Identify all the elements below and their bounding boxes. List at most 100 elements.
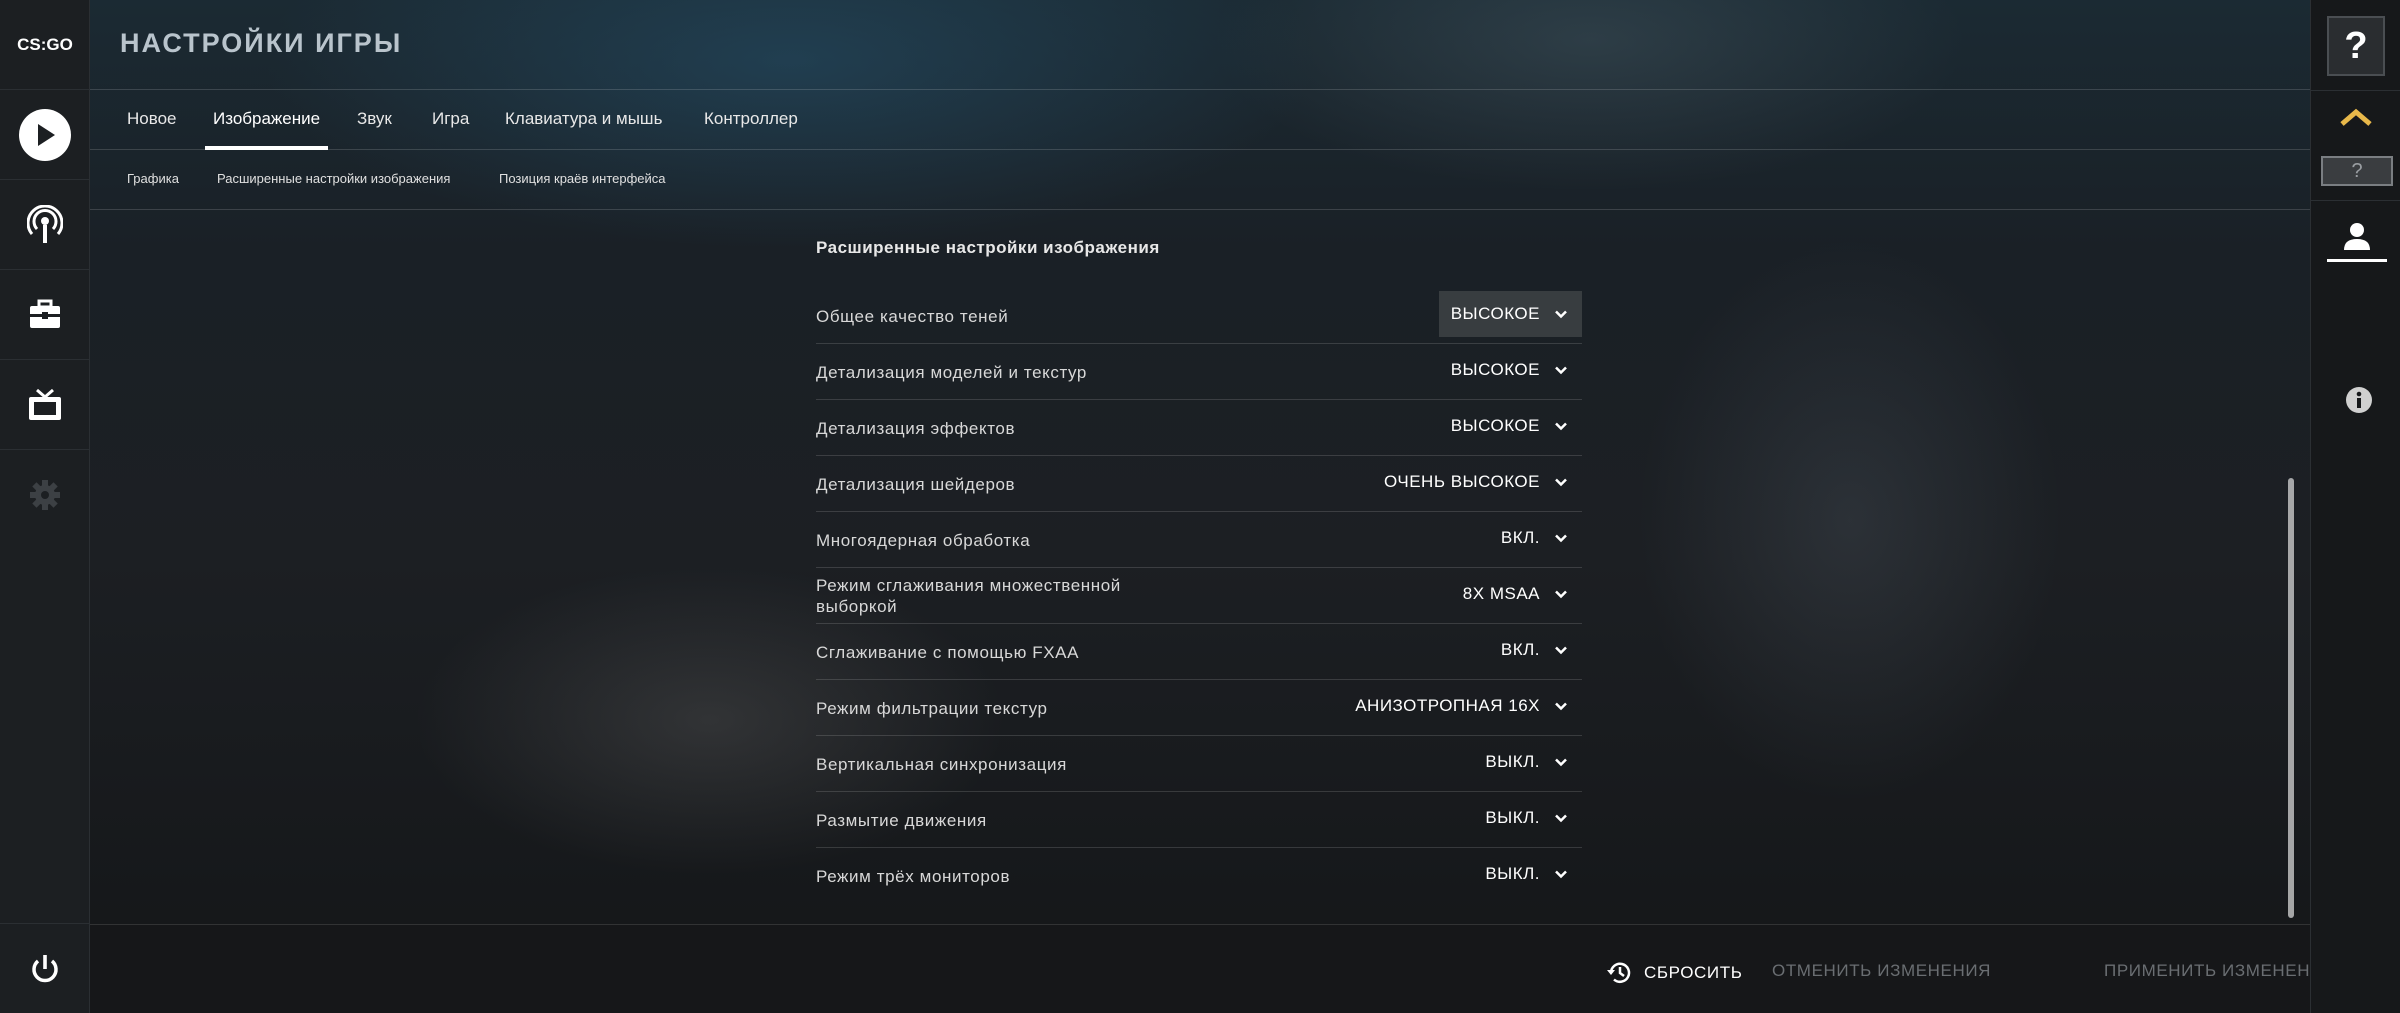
setting-label: Общее качество теней [816,306,1009,326]
tv-icon [29,388,61,420]
setting-label: Размытие движения [816,810,987,830]
motion-blur-select[interactable]: ВЫКЛ. [1473,795,1582,841]
reset-label: СБРОСИТЬ [1644,963,1743,982]
setting-value: ВЫКЛ. [1485,808,1540,827]
sub-tabs: Графика Расширенные настройки изображени… [90,150,2310,210]
triple-monitor-select[interactable]: ВЫКЛ. [1473,851,1582,897]
setting-row: Общее качество теней ВЫСОКОЕ [816,288,1582,344]
setting-label: Вертикальная синхронизация [816,754,1067,774]
divider [2311,200,2400,201]
effect-detail-select[interactable]: ВЫСОКОЕ [1439,403,1582,449]
setting-label: Детализация эффектов [816,418,1016,438]
setting-value: ВЫСОКОЕ [1450,416,1540,435]
setting-label: Режим фильтрации текстур [816,698,1048,718]
right-sidebar: ? ? [2310,0,2400,1013]
bottom-action-bar: СБРОСИТЬ ОТМЕНИТЬ ИЗМЕНЕНИЯ ПРИМЕНИТЬ ИЗ… [90,924,2335,1013]
chevron-down-icon [1555,366,1567,375]
left-sidebar: CS:GO [0,0,90,1013]
setting-value: ВЫСОКОЕ [1450,360,1540,379]
tab-new[interactable]: Новое [127,90,176,150]
chevron-down-icon [1555,870,1567,879]
setting-row: Детализация эффектов ВЫСОКОЕ [816,400,1582,456]
scrollbar[interactable] [2288,478,2294,918]
cancel-changes-button[interactable]: ОТМЕНИТЬ ИЗМЕНЕНИЯ [1772,961,1991,981]
info-icon[interactable] [2345,386,2373,414]
main-tabs: Новое Изображение Звук Игра Клавиатура и… [90,90,2310,150]
setting-row: Режим трёх мониторов ВЫКЛ. [816,848,1582,904]
setting-value: ОЧЕНЬ ВЫСОКОЕ [1384,472,1540,491]
chevron-down-icon [1555,646,1567,655]
setting-label: Режим сглаживания множественной выборкой [816,576,1121,616]
model-texture-detail-select[interactable]: ВЫСОКОЕ [1439,347,1582,393]
setting-label: Многоядерная обработка [816,530,1031,550]
chevron-down-icon [1555,590,1567,599]
setting-value: ВЫКЛ. [1485,752,1540,771]
section-heading: Расширенные настройки изображения [816,238,1160,257]
help-button[interactable]: ? [2327,16,2385,76]
play-button[interactable] [0,90,90,180]
setting-label: Сглаживание с помощью FXAA [816,642,1080,662]
tab-game[interactable]: Игра [432,90,469,150]
user-icon [2344,222,2370,250]
msaa-mode-select[interactable]: 8X MSAA [1451,571,1582,617]
setting-row: Вертикальная синхронизация ВЫКЛ. [816,736,1582,792]
subtab-advanced-video[interactable]: Расширенные настройки изображения [217,150,450,210]
fxaa-select[interactable]: ВКЛ. [1489,627,1582,673]
inventory-button[interactable] [0,270,90,360]
rank-chevron-icon [2340,108,2372,126]
tab-controller[interactable]: Контроллер [704,90,798,150]
chevron-down-icon [1555,758,1567,767]
csgo-logo[interactable]: CS:GO [0,0,90,90]
setting-value: ВКЛ. [1500,640,1540,659]
chevron-down-icon [1555,478,1567,487]
tab-keyboard-mouse[interactable]: Клавиатура и мышь [505,90,662,150]
apply-changes-button[interactable]: ПРИМЕНИТЬ ИЗМЕНЕНИЯ [2104,961,2336,981]
setting-row: Детализация шейдеров ОЧЕНЬ ВЫСОКОЕ [816,456,1582,512]
power-button[interactable] [0,923,90,1013]
setting-row: Сглаживание с помощью FXAA ВКЛ. [816,624,1582,680]
settings-list: Общее качество теней ВЫСОКОЕ Детализация… [816,288,1582,904]
texture-filtering-select[interactable]: АНИЗОТРОПНАЯ 16X [1343,683,1582,729]
chevron-down-icon [1555,422,1567,431]
setting-label: Детализация моделей и текстур [816,362,1087,382]
setting-value: 8X MSAA [1462,584,1540,603]
multicore-rendering-select[interactable]: ВКЛ. [1489,515,1582,561]
chevron-down-icon [1555,702,1567,711]
inventory-icon [30,299,60,328]
setting-row: Детализация моделей и текстур ВЫСОКОЕ [816,344,1582,400]
tv-button[interactable] [0,360,90,450]
setting-label: Детализация шейдеров [816,474,1016,494]
setting-row: Многоядерная обработка ВКЛ. [816,512,1582,568]
subtab-graphics[interactable]: Графика [127,150,179,210]
subtab-hud-edge[interactable]: Позиция краёв интерфейса [499,150,666,210]
broadcast-icon [27,204,63,243]
reset-button[interactable]: СБРОСИТЬ [1606,959,1742,987]
setting-label: Режим трёх мониторов [816,866,1011,886]
chevron-down-icon [1555,310,1567,319]
divider [2311,90,2400,91]
tab-image[interactable]: Изображение [205,90,329,150]
setting-row: Режим сглаживания множественной выборкой… [816,568,1582,624]
tab-sound[interactable]: Звук [357,90,392,150]
vsync-select[interactable]: ВЫКЛ. [1473,739,1582,785]
chevron-down-icon [1555,534,1567,543]
title-bar: НАСТРОЙКИ ИГРЫ [90,0,2310,90]
rank-badge[interactable]: ? [2321,156,2393,186]
setting-value: ВЫСОКОЕ [1450,304,1540,323]
setting-row: Режим фильтрации текстур АНИЗОТРОПНАЯ 16… [816,680,1582,736]
watch-button[interactable] [0,180,90,270]
page-title: НАСТРОЙКИ ИГРЫ [120,28,403,58]
setting-value: АНИЗОТРОПНАЯ 16X [1355,696,1540,715]
gear-icon [30,480,60,510]
shadow-quality-select[interactable]: ВЫСОКОЕ [1438,291,1582,337]
history-icon [1607,962,1631,984]
setting-row: Размытие движения ВЫКЛ. [816,792,1582,848]
friends-tab[interactable] [2327,212,2387,262]
setting-value: ВКЛ. [1500,528,1540,547]
chevron-down-icon [1555,814,1567,823]
settings-button[interactable] [0,450,90,540]
logo-text: CS:GO [17,34,73,54]
play-icon [19,108,71,161]
setting-value: ВЫКЛ. [1485,864,1540,883]
shader-detail-select[interactable]: ОЧЕНЬ ВЫСОКОЕ [1372,459,1582,505]
